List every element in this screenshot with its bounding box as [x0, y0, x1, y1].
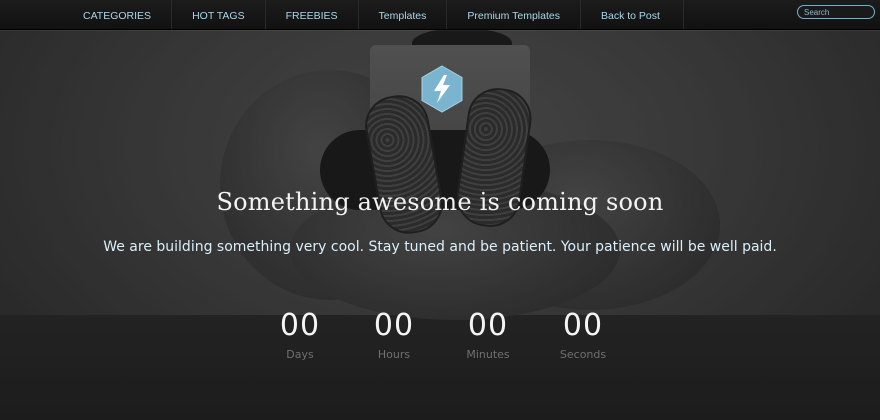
- countdown-seconds-label: Seconds: [559, 348, 607, 361]
- nav-item-back-to-post[interactable]: Back to Post: [579, 0, 684, 29]
- countdown-timer: 00 Days 00 Hours 00 Minutes 00 Seconds: [250, 308, 630, 368]
- top-navigation: CATEGORIES HOT TAGS FREEBIES Templates P…: [0, 0, 880, 30]
- countdown-hours-label: Hours: [377, 348, 411, 361]
- page-title: Something awesome is coming soon: [216, 188, 664, 216]
- page-subtitle: We are building something very cool. Sta…: [103, 239, 777, 255]
- countdown-minutes: 00 Minutes: [443, 308, 533, 361]
- nav-item-hot-tags[interactable]: HOT TAGS: [171, 0, 265, 29]
- search-input[interactable]: [797, 5, 875, 19]
- nav-item-freebies[interactable]: FREEBIES: [264, 0, 358, 29]
- lightning-bolt-icon: [418, 65, 466, 113]
- countdown-days: 00 Days: [255, 308, 345, 361]
- nav-item-categories[interactable]: CATEGORIES: [60, 0, 171, 29]
- countdown-seconds-value: 00: [562, 308, 604, 343]
- countdown-days-value: 00: [279, 308, 321, 343]
- nav-item-templates[interactable]: Templates: [357, 0, 447, 29]
- countdown-hours-value: 00: [373, 308, 415, 343]
- countdown-days-label: Days: [286, 348, 314, 361]
- countdown-seconds: 00 Seconds: [538, 308, 628, 361]
- countdown-minutes-label: Minutes: [466, 348, 510, 361]
- nav-item-premium-templates[interactable]: Premium Templates: [446, 0, 580, 29]
- countdown-hours: 00 Hours: [349, 308, 439, 361]
- nav-menu: CATEGORIES HOT TAGS FREEBIES Templates P…: [60, 0, 684, 29]
- countdown-minutes-value: 00: [467, 308, 509, 343]
